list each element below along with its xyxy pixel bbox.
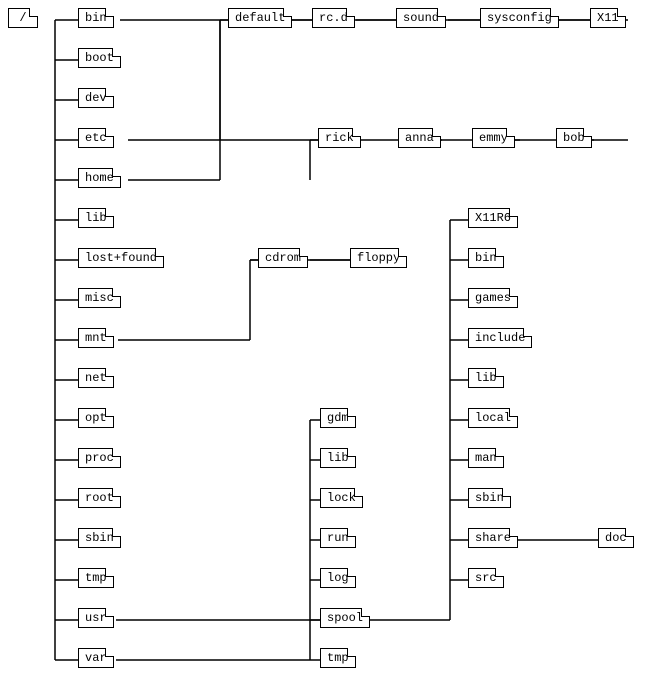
file-icon-sysconfig[interactable]: sysconfig bbox=[480, 8, 559, 28]
node-default: default bbox=[228, 8, 292, 28]
node-usr-sbin: sbin bbox=[468, 488, 511, 508]
node-bin: bin bbox=[78, 8, 114, 28]
file-icon-gdm[interactable]: gdm bbox=[320, 408, 356, 428]
file-icon-floppy[interactable]: floppy bbox=[350, 248, 407, 268]
file-icon-usr[interactable]: usr bbox=[78, 608, 114, 628]
file-icon-sbin[interactable]: sbin bbox=[78, 528, 121, 548]
file-icon-usr-lib[interactable]: lib bbox=[468, 368, 504, 388]
file-icon-games[interactable]: games bbox=[468, 288, 518, 308]
node-floppy: floppy bbox=[350, 248, 407, 268]
file-icon-cdrom[interactable]: cdrom bbox=[258, 248, 308, 268]
node-x11r6: X11R6 bbox=[468, 208, 518, 228]
file-icon-usr-src[interactable]: src bbox=[468, 568, 504, 588]
file-icon-rick[interactable]: rick bbox=[318, 128, 361, 148]
file-icon-var-lib[interactable]: lib bbox=[320, 448, 356, 468]
file-icon-lock[interactable]: lock bbox=[320, 488, 363, 508]
file-icon-opt[interactable]: opt bbox=[78, 408, 114, 428]
node-usr-lib: lib bbox=[468, 368, 504, 388]
node-root: / bbox=[8, 8, 38, 28]
file-icon-root[interactable]: / bbox=[8, 8, 38, 28]
file-icon-sound[interactable]: sound bbox=[396, 8, 446, 28]
file-icon-x11[interactable]: X11 bbox=[590, 8, 626, 28]
file-icon-etc[interactable]: etc bbox=[78, 128, 114, 148]
file-icon-tmp[interactable]: tmp bbox=[78, 568, 114, 588]
node-net: net bbox=[78, 368, 114, 388]
node-proc: proc bbox=[78, 448, 121, 468]
node-anna: anna bbox=[398, 128, 441, 148]
file-icon-default[interactable]: default bbox=[228, 8, 292, 28]
file-icon-dev[interactable]: dev bbox=[78, 88, 114, 108]
file-icon-include[interactable]: include bbox=[468, 328, 532, 348]
file-icon-lib[interactable]: lib bbox=[78, 208, 114, 228]
file-icon-local[interactable]: local bbox=[468, 408, 518, 428]
node-share: share bbox=[468, 528, 518, 548]
file-icon-anna[interactable]: anna bbox=[398, 128, 441, 148]
file-icon-doc[interactable]: doc bbox=[598, 528, 634, 548]
file-icon-man[interactable]: man bbox=[468, 448, 504, 468]
node-spool: spool bbox=[320, 608, 370, 628]
node-lib: lib bbox=[78, 208, 114, 228]
node-home: home bbox=[78, 168, 121, 188]
tree-container: / bin boot dev etc home lib lost+found m… bbox=[0, 0, 653, 693]
file-icon-spool[interactable]: spool bbox=[320, 608, 370, 628]
node-cdrom: cdrom bbox=[258, 248, 308, 268]
node-doc: doc bbox=[598, 528, 634, 548]
node-opt: opt bbox=[78, 408, 114, 428]
node-x11: X11 bbox=[590, 8, 626, 28]
node-run: run bbox=[320, 528, 356, 548]
node-var-tmp: tmp bbox=[320, 648, 356, 668]
node-sbin: sbin bbox=[78, 528, 121, 548]
file-icon-rcd[interactable]: rc.d bbox=[312, 8, 355, 28]
node-tmp: tmp bbox=[78, 568, 114, 588]
node-usr-src: src bbox=[468, 568, 504, 588]
node-root-dir: root bbox=[78, 488, 121, 508]
node-lost: lost+found bbox=[78, 248, 164, 268]
file-icon-bin[interactable]: bin bbox=[78, 8, 114, 28]
node-misc: misc bbox=[78, 288, 121, 308]
file-icon-home[interactable]: home bbox=[78, 168, 121, 188]
node-usr-bin: bin bbox=[468, 248, 504, 268]
file-icon-bob[interactable]: bob bbox=[556, 128, 592, 148]
file-icon-emmy[interactable]: emmy bbox=[472, 128, 515, 148]
node-man: man bbox=[468, 448, 504, 468]
node-local: local bbox=[468, 408, 518, 428]
file-icon-usr-bin[interactable]: bin bbox=[468, 248, 504, 268]
node-var: var bbox=[78, 648, 114, 668]
node-gdm: gdm bbox=[320, 408, 356, 428]
file-icon-var[interactable]: var bbox=[78, 648, 114, 668]
node-dev: dev bbox=[78, 88, 114, 108]
file-icon-log[interactable]: log bbox=[320, 568, 356, 588]
node-emmy: emmy bbox=[472, 128, 515, 148]
node-log: log bbox=[320, 568, 356, 588]
node-boot: boot bbox=[78, 48, 121, 68]
node-include: include bbox=[468, 328, 532, 348]
file-icon-root-dir[interactable]: root bbox=[78, 488, 121, 508]
node-var-lib: lib bbox=[320, 448, 356, 468]
node-bob: bob bbox=[556, 128, 592, 148]
node-games: games bbox=[468, 288, 518, 308]
file-icon-x11r6[interactable]: X11R6 bbox=[468, 208, 518, 228]
node-lock: lock bbox=[320, 488, 363, 508]
node-usr: usr bbox=[78, 608, 114, 628]
file-icon-mnt[interactable]: mnt bbox=[78, 328, 114, 348]
file-icon-run[interactable]: run bbox=[320, 528, 356, 548]
node-rcd: rc.d bbox=[312, 8, 355, 28]
node-mnt: mnt bbox=[78, 328, 114, 348]
node-etc: etc bbox=[78, 128, 114, 148]
file-icon-usr-sbin[interactable]: sbin bbox=[468, 488, 511, 508]
node-sound: sound bbox=[396, 8, 446, 28]
file-icon-lost[interactable]: lost+found bbox=[78, 248, 164, 268]
node-sysconfig: sysconfig bbox=[480, 8, 559, 28]
file-icon-share[interactable]: share bbox=[468, 528, 518, 548]
file-icon-boot[interactable]: boot bbox=[78, 48, 121, 68]
file-icon-var-tmp[interactable]: tmp bbox=[320, 648, 356, 668]
file-icon-proc[interactable]: proc bbox=[78, 448, 121, 468]
file-icon-net[interactable]: net bbox=[78, 368, 114, 388]
node-rick: rick bbox=[318, 128, 361, 148]
file-icon-misc[interactable]: misc bbox=[78, 288, 121, 308]
